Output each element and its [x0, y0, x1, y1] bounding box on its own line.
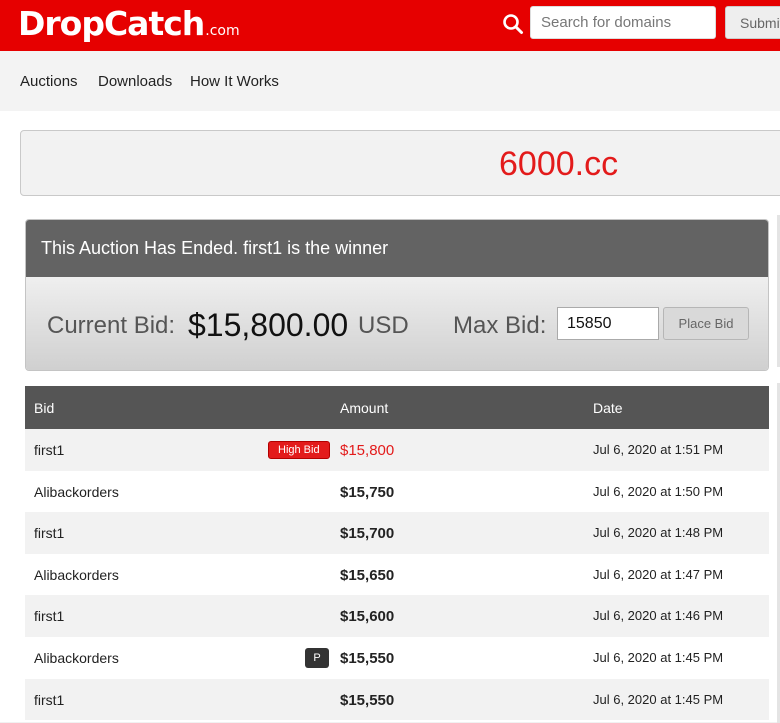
- current-bid-label: Current Bid:: [47, 312, 176, 339]
- main-content: 6000.cc This Auction Has Ended. first1 i…: [0, 111, 780, 723]
- bidder-name: first1: [34, 691, 65, 708]
- column-header-amount: Amount: [340, 400, 389, 416]
- bidder-name: first1: [34, 525, 65, 542]
- domain-name: 6000.cc: [499, 145, 619, 183]
- proxy-bid-badge: P: [305, 647, 329, 668]
- max-bid-input[interactable]: [557, 307, 659, 340]
- bid-date: Jul 6, 2020 at 1:48 PM: [593, 525, 724, 541]
- nav-item-downloads[interactable]: Downloads: [98, 73, 172, 90]
- bid-history-table: Bid Amount Date first1 High Bid $15,800 …: [25, 386, 769, 721]
- bid-amount: $15,550: [340, 649, 395, 667]
- bidder-name: first1: [34, 442, 65, 458]
- table-header: Bid Amount Date: [25, 386, 769, 429]
- column-header-bid: Bid: [34, 400, 55, 416]
- bidder-name: first1: [34, 608, 65, 625]
- bid-date: Jul 6, 2020 at 1:46 PM: [593, 608, 724, 624]
- auction-status-bar: This Auction Has Ended. first1 is the wi…: [26, 220, 768, 277]
- bid-panel: Current Bid: $15,800.00 USD Max Bid: Pla…: [26, 277, 768, 370]
- table-row: first1 High Bid $15,800 Jul 6, 2020 at 1…: [25, 429, 769, 471]
- search-icon[interactable]: [502, 13, 524, 35]
- logo-tld: .com: [205, 23, 240, 39]
- table-row: Alibackorders $15,750 Jul 6, 2020 at 1:5…: [25, 470, 769, 513]
- table-row: first1 $15,600 Jul 6, 2020 at 1:46 PM: [25, 595, 769, 637]
- bidder-name: Alibackorders: [34, 566, 119, 583]
- bid-amount: $15,550: [340, 691, 395, 709]
- nav-item-auctions[interactable]: Auctions: [20, 73, 78, 90]
- current-bid-value: $15,800.00: [188, 307, 349, 343]
- table-row: first1 $15,700 Jul 6, 2020 at 1:48 PM: [25, 512, 769, 554]
- bid-amount: $15,600: [340, 608, 395, 626]
- site-header: DropCatch.com Submit: [0, 0, 780, 51]
- search-input[interactable]: [530, 6, 716, 39]
- bidder-name: Alibackorders: [34, 649, 119, 666]
- bid-date: Jul 6, 2020 at 1:47 PM: [593, 566, 724, 582]
- table-row: Alibackorders $15,650 Jul 6, 2020 at 1:4…: [25, 553, 769, 596]
- submit-button[interactable]: Submit: [725, 6, 780, 39]
- high-bid-badge: High Bid: [268, 441, 330, 459]
- auction-panel: This Auction Has Ended. first1 is the wi…: [25, 219, 769, 371]
- max-bid-label: Max Bid:: [453, 312, 547, 339]
- bid-amount: $15,650: [340, 566, 395, 584]
- logo-text: DropCatch: [18, 4, 205, 43]
- bid-amount: $15,750: [340, 483, 395, 501]
- bid-date: Jul 6, 2020 at 1:45 PM: [593, 691, 724, 707]
- domain-header: 6000.cc: [20, 130, 780, 196]
- nav-item-how-it-works[interactable]: How It Works: [190, 73, 279, 90]
- table-row: Alibackorders P $15,550 Jul 6, 2020 at 1…: [25, 636, 769, 679]
- dropcatch-logo[interactable]: DropCatch.com: [18, 5, 240, 50]
- bid-date: Jul 6, 2020 at 1:51 PM: [593, 442, 724, 457]
- bid-amount: $15,800: [340, 442, 395, 459]
- bid-date: Jul 6, 2020 at 1:45 PM: [593, 649, 724, 665]
- bid-amount: $15,700: [340, 525, 395, 543]
- current-bid-currency: USD: [358, 312, 409, 339]
- bid-date: Jul 6, 2020 at 1:50 PM: [593, 483, 724, 499]
- column-header-date: Date: [593, 400, 623, 416]
- place-bid-button[interactable]: Place Bid: [663, 307, 749, 340]
- table-row: first1 $15,550 Jul 6, 2020 at 1:45 PM: [25, 678, 769, 721]
- bidder-name: Alibackorders: [34, 483, 119, 500]
- main-nav: Auctions Downloads How It Works: [0, 51, 780, 111]
